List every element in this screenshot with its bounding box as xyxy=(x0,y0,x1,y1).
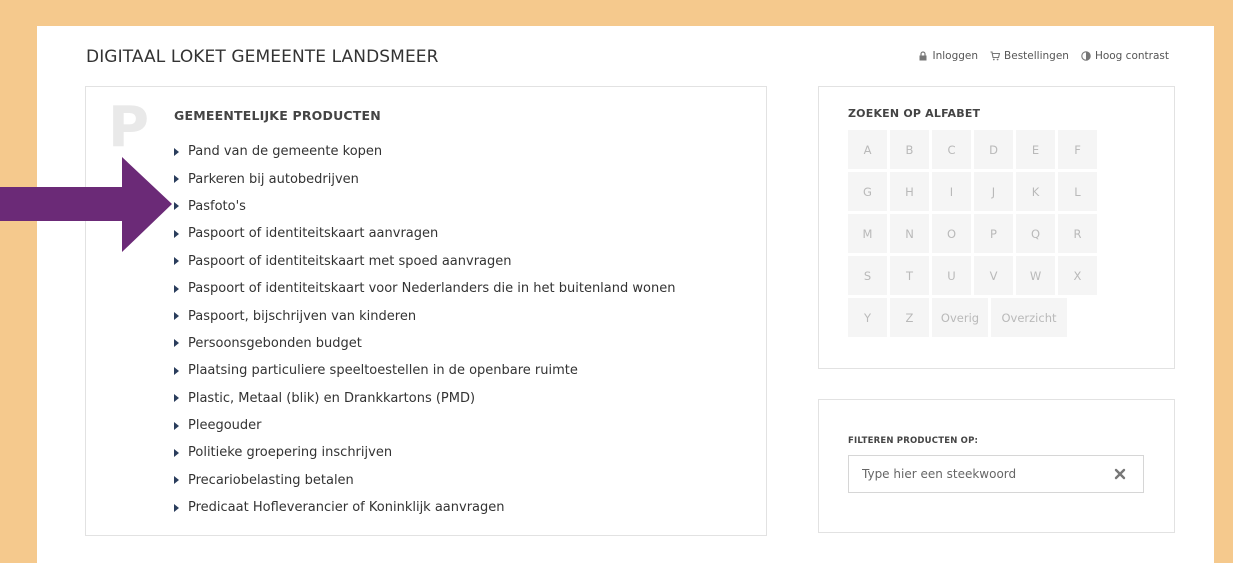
alphabet-row: G H I J K L xyxy=(848,172,1148,211)
alphabet-row: A B C D E F xyxy=(848,130,1148,169)
alphabet-row: S T U V W X xyxy=(848,256,1148,295)
list-item[interactable]: Paspoort of identiteitskaart aanvragen xyxy=(174,220,675,247)
caret-right-icon xyxy=(174,366,179,375)
products-panel: P GEMEENTELIJKE PRODUCTEN Pand van de ge… xyxy=(85,86,767,536)
alphabet-row: Y Z Overig Overzicht xyxy=(848,298,1148,337)
product-link[interactable]: Plastic, Metaal (blik) en Drankkartons (… xyxy=(188,391,475,406)
letter-button-w[interactable]: W xyxy=(1016,256,1055,295)
page-frame: DIGITAAL LOKET GEMEENTE LANDSMEER Inlogg… xyxy=(37,26,1214,563)
other-button[interactable]: Overig xyxy=(932,298,988,337)
top-links: Inloggen Bestellingen Hoog contrast xyxy=(918,50,1169,62)
close-icon[interactable] xyxy=(1113,467,1127,481)
letter-button-t[interactable]: T xyxy=(890,256,929,295)
alphabet-grid: A B C D E F G H I J K L M N O P Q R S T … xyxy=(848,130,1148,340)
letter-button-u[interactable]: U xyxy=(932,256,971,295)
caret-right-icon xyxy=(174,448,179,457)
letter-button-f[interactable]: F xyxy=(1058,130,1097,169)
high-contrast-label: Hoog contrast xyxy=(1094,50,1169,62)
product-link[interactable]: Predicaat Hofleverancier of Koninklijk a… xyxy=(188,500,505,515)
list-item[interactable]: Persoonsgebonden budget xyxy=(174,330,675,357)
letter-button-x[interactable]: X xyxy=(1058,256,1097,295)
caret-right-icon xyxy=(174,312,179,321)
letter-button-b[interactable]: B xyxy=(890,130,929,169)
letter-button-i[interactable]: I xyxy=(932,172,971,211)
cart-icon xyxy=(990,51,1001,61)
product-link[interactable]: Paspoort of identiteitskaart aanvragen xyxy=(188,226,438,241)
product-link[interactable]: Paspoort of identiteitskaart voor Nederl… xyxy=(188,281,675,296)
product-link[interactable]: Politieke groepering inschrijven xyxy=(188,445,392,460)
letter-button-v[interactable]: V xyxy=(974,256,1013,295)
list-item[interactable]: Pleegouder xyxy=(174,412,675,439)
search-input[interactable] xyxy=(849,456,1112,492)
filter-heading: FILTEREN PRODUCTEN OP: xyxy=(848,436,979,446)
letter-button-q[interactable]: Q xyxy=(1016,214,1055,253)
current-letter: P xyxy=(108,95,150,160)
login-link[interactable]: Inloggen xyxy=(918,50,978,62)
list-item[interactable]: Pand van de gemeente kopen xyxy=(174,138,675,165)
login-label: Inloggen xyxy=(932,50,979,62)
contrast-icon xyxy=(1081,51,1091,61)
product-link[interactable]: Pleegouder xyxy=(188,418,262,433)
page-title: DIGITAAL LOKET GEMEENTE LANDSMEER xyxy=(86,47,439,67)
product-link[interactable]: Persoonsgebonden budget xyxy=(188,336,362,351)
orders-label: Bestellingen xyxy=(1004,50,1069,62)
caret-right-icon xyxy=(174,421,179,430)
list-item[interactable]: Pasfoto's xyxy=(174,193,675,220)
overview-button[interactable]: Overzicht xyxy=(991,298,1067,337)
product-link[interactable]: Pand van de gemeente kopen xyxy=(188,144,382,159)
list-item[interactable]: Precariobelasting betalen xyxy=(174,467,675,494)
product-link[interactable]: Paspoort of identiteitskaart met spoed a… xyxy=(188,254,512,269)
caret-right-icon xyxy=(174,476,179,485)
letter-button-z[interactable]: Z xyxy=(890,298,929,337)
letter-button-g[interactable]: G xyxy=(848,172,887,211)
alphabet-heading: ZOEKEN OP ALFABET xyxy=(848,107,981,120)
list-item[interactable]: Predicaat Hofleverancier of Koninklijk a… xyxy=(174,494,675,521)
alphabet-row: M N O P Q R xyxy=(848,214,1148,253)
filter-panel: FILTEREN PRODUCTEN OP: xyxy=(818,399,1175,533)
letter-button-n[interactable]: N xyxy=(890,214,929,253)
letter-button-k[interactable]: K xyxy=(1016,172,1055,211)
list-item[interactable]: Paspoort of identiteitskaart met spoed a… xyxy=(174,248,675,275)
high-contrast-link[interactable]: Hoog contrast xyxy=(1081,50,1169,62)
letter-button-a[interactable]: A xyxy=(848,130,887,169)
letter-button-d[interactable]: D xyxy=(974,130,1013,169)
letter-button-o[interactable]: O xyxy=(932,214,971,253)
caret-right-icon xyxy=(174,339,179,348)
list-item[interactable]: Paspoort, bijschrijven van kinderen xyxy=(174,302,675,329)
letter-button-e[interactable]: E xyxy=(1016,130,1055,169)
letter-button-m[interactable]: M xyxy=(848,214,887,253)
list-item[interactable]: Politieke groepering inschrijven xyxy=(174,439,675,466)
letter-button-l[interactable]: L xyxy=(1058,172,1097,211)
lock-icon xyxy=(919,51,927,61)
caret-right-icon xyxy=(174,257,179,266)
letter-button-s[interactable]: S xyxy=(848,256,887,295)
letter-button-j[interactable]: J xyxy=(974,172,1013,211)
products-heading: GEMEENTELIJKE PRODUCTEN xyxy=(174,108,381,123)
list-item[interactable]: Parkeren bij autobedrijven xyxy=(174,165,675,192)
list-item[interactable]: Plaatsing particuliere speeltoestellen i… xyxy=(174,357,675,384)
product-link[interactable]: Precariobelasting betalen xyxy=(188,473,354,488)
letter-button-r[interactable]: R xyxy=(1058,214,1097,253)
product-link[interactable]: Pasfoto's xyxy=(188,199,246,214)
product-link[interactable]: Paspoort, bijschrijven van kinderen xyxy=(188,309,416,324)
alphabet-panel: ZOEKEN OP ALFABET A B C D E F G H I J K … xyxy=(818,86,1175,369)
caret-right-icon xyxy=(174,284,179,293)
product-link[interactable]: Parkeren bij autobedrijven xyxy=(188,172,359,187)
letter-button-c[interactable]: C xyxy=(932,130,971,169)
orders-link[interactable]: Bestellingen xyxy=(990,50,1069,62)
filter-input-wrapper xyxy=(848,455,1144,493)
letter-button-y[interactable]: Y xyxy=(848,298,887,337)
product-link[interactable]: Plaatsing particuliere speeltoestellen i… xyxy=(188,363,578,378)
caret-right-icon xyxy=(174,147,179,156)
letter-button-p[interactable]: P xyxy=(974,214,1013,253)
letter-button-h[interactable]: H xyxy=(890,172,929,211)
right-arrow-icon xyxy=(0,157,172,252)
list-item[interactable]: Plastic, Metaal (blik) en Drankkartons (… xyxy=(174,385,675,412)
caret-right-icon xyxy=(174,503,179,512)
caret-right-icon xyxy=(174,394,179,403)
list-item[interactable]: Paspoort of identiteitskaart voor Nederl… xyxy=(174,275,675,302)
products-list: Pand van de gemeente kopen Parkeren bij … xyxy=(174,138,675,521)
